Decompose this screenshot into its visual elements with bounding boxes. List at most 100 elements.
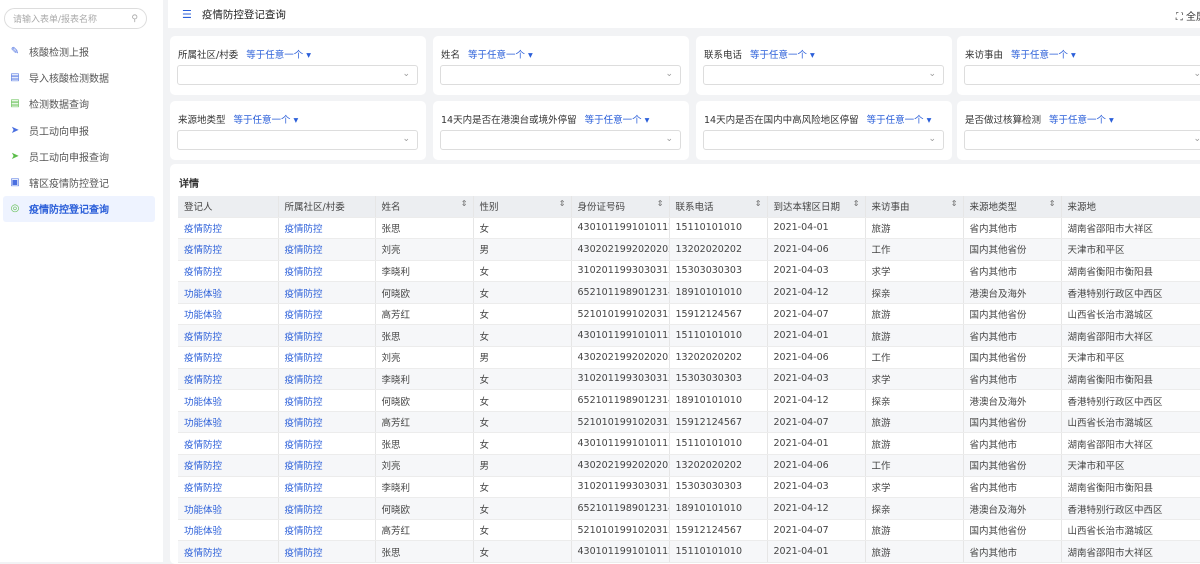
- table-cell: 旅游: [865, 519, 964, 542]
- sort-icon[interactable]: ⇕: [559, 199, 566, 208]
- table-row[interactable]: 疫情防控疫情防控刘亮男43020219920202020213202020202…: [178, 346, 1200, 369]
- table-row[interactable]: 疫情防控疫情防控李晓利女3102011993030312341530303030…: [178, 368, 1200, 391]
- table-row[interactable]: 功能体验疫情防控高芳红女5210101991020312341591212456…: [178, 411, 1200, 434]
- column-header[interactable]: 到达本辖区日期 ⇕: [767, 196, 866, 218]
- column-header[interactable]: 身份证号码 ⇕: [571, 196, 670, 218]
- filter-operator-dropdown[interactable]: 等于任意一个 ▾: [1049, 115, 1114, 126]
- table-row[interactable]: 功能体验疫情防控高芳红女5210101991020312341591212456…: [178, 519, 1200, 542]
- filter-operator-dropdown[interactable]: 等于任意一个 ▾: [468, 50, 533, 61]
- table-cell[interactable]: 疫情防控: [178, 432, 279, 456]
- sort-icon[interactable]: ⇕: [951, 199, 958, 208]
- table-cell: 15110101010: [669, 540, 768, 563]
- filter-select[interactable]: ⌄: [440, 130, 681, 150]
- table-row[interactable]: 疫情防控疫情防控刘亮男43020219920202020213202020202…: [178, 454, 1200, 477]
- table-cell[interactable]: 疫情防控: [178, 238, 279, 261]
- search-input[interactable]: 请输入表单/报表名称 ⚲: [4, 8, 147, 29]
- table-row[interactable]: 功能体验疫情防控何晓欧女6521011989012314561891010101…: [178, 497, 1200, 520]
- table-cell[interactable]: 功能体验: [178, 389, 279, 412]
- table-cell[interactable]: 功能体验: [178, 303, 279, 326]
- table-cell[interactable]: 功能体验: [178, 497, 279, 520]
- filter-select[interactable]: ⌄: [177, 130, 418, 150]
- filter-select[interactable]: ⌄: [703, 65, 944, 85]
- table-row[interactable]: 疫情防控疫情防控李晓利女3102011993030312341530303030…: [178, 476, 1200, 499]
- table-cell[interactable]: 疫情防控: [278, 497, 376, 520]
- sidebar-item-2[interactable]: ▤ 检测数据查询: [3, 91, 155, 117]
- table-cell[interactable]: 疫情防控: [278, 238, 376, 261]
- fullscreen-button[interactable]: ⛶ 全屏: [1176, 8, 1200, 23]
- filter-operator-dropdown[interactable]: 等于任意一个 ▾: [585, 115, 650, 126]
- search-icon[interactable]: ⚲: [131, 14, 138, 24]
- table-cell[interactable]: 疫情防控: [278, 432, 376, 456]
- table-cell: 2021-04-07: [767, 411, 866, 434]
- sidebar-item-4[interactable]: ➤ 员工动向申报查询: [3, 143, 155, 169]
- table-cell[interactable]: 疫情防控: [278, 346, 376, 369]
- table-row[interactable]: 疫情防控疫情防控张思女43010119910101123415110101010…: [178, 540, 1200, 563]
- table-cell[interactable]: 疫情防控: [178, 324, 279, 348]
- column-header[interactable]: 来访事由 ⇕: [865, 196, 964, 218]
- sort-icon[interactable]: ⇕: [755, 199, 762, 208]
- filter-operator-dropdown[interactable]: 等于任意一个 ▾: [1011, 50, 1076, 61]
- sidebar-item-3[interactable]: ➤ 员工动向申报: [3, 117, 155, 143]
- table-cell: 省内其他市: [963, 368, 1062, 391]
- filter-operator-dropdown[interactable]: 等于任意一个 ▾: [246, 50, 311, 61]
- column-header[interactable]: 性别 ⇕: [473, 196, 572, 218]
- table-row[interactable]: 功能体验疫情防控何晓欧女6521011989012314561891010101…: [178, 389, 1200, 412]
- sort-icon[interactable]: ⇕: [853, 199, 860, 208]
- sort-icon[interactable]: ⇕: [461, 199, 468, 208]
- table-cell: 男: [473, 454, 572, 477]
- table-cell[interactable]: 疫情防控: [178, 368, 279, 391]
- table-cell[interactable]: 疫情防控: [278, 303, 376, 326]
- table-row[interactable]: 疫情防控疫情防控李晓利女3102011993030312341530303030…: [178, 260, 1200, 283]
- sidebar-item-1[interactable]: ▤ 导入核酸检测数据: [3, 64, 155, 90]
- table-cell[interactable]: 疫情防控: [178, 476, 279, 499]
- table-cell: 张思: [375, 324, 474, 348]
- column-header[interactable]: 姓名 ⇕: [375, 196, 474, 218]
- filter-select[interactable]: ⌄: [440, 65, 681, 85]
- filter-operator-dropdown[interactable]: 等于任意一个 ▾: [234, 115, 299, 126]
- table-cell: 张思: [375, 217, 474, 240]
- table-cell[interactable]: 疫情防控: [278, 324, 376, 348]
- table-cell[interactable]: 疫情防控: [278, 454, 376, 477]
- sidebar-item-0[interactable]: ✎ 核酸检测上报: [3, 38, 155, 64]
- column-header[interactable]: 联系电话 ⇕: [669, 196, 768, 218]
- table-cell[interactable]: 疫情防控: [278, 260, 376, 283]
- table-row[interactable]: 疫情防控疫情防控张思女43010119910101123415110101010…: [178, 217, 1200, 240]
- filter-operator-dropdown[interactable]: 等于任意一个 ▾: [867, 115, 932, 126]
- table-cell[interactable]: 疫情防控: [178, 217, 279, 240]
- column-header[interactable]: 来源地类型 ⇕: [963, 196, 1062, 218]
- table-cell[interactable]: 功能体验: [178, 519, 279, 542]
- sidebar-item-5[interactable]: ▣ 辖区疫情防控登记: [3, 169, 155, 195]
- table-cell[interactable]: 功能体验: [178, 281, 279, 304]
- filter-label: 所属社区/村委: [178, 50, 239, 61]
- table-cell[interactable]: 疫情防控: [178, 346, 279, 369]
- table-row[interactable]: 功能体验疫情防控何晓欧女6521011989012314561891010101…: [178, 281, 1200, 304]
- table-cell[interactable]: 疫情防控: [178, 454, 279, 477]
- sort-icon[interactable]: ⇕: [1049, 199, 1056, 208]
- table-cell[interactable]: 疫情防控: [278, 540, 376, 563]
- sort-icon[interactable]: ⇕: [657, 199, 664, 208]
- filter-select[interactable]: ⌄: [177, 65, 418, 85]
- table-cell[interactable]: 疫情防控: [178, 260, 279, 283]
- table-cell[interactable]: 疫情防控: [278, 476, 376, 499]
- table-cell: 旅游: [865, 324, 964, 348]
- table-row[interactable]: 疫情防控疫情防控刘亮男43020219920202020213202020202…: [178, 238, 1200, 261]
- table-cell[interactable]: 疫情防控: [278, 368, 376, 391]
- table-cell[interactable]: 疫情防控: [178, 540, 279, 563]
- filter-select[interactable]: ⌄: [964, 130, 1200, 150]
- table-row[interactable]: 疫情防控疫情防控张思女43010119910101123415110101010…: [178, 432, 1200, 456]
- column-header-label: 联系电话: [675, 202, 714, 214]
- table-cell: 女: [473, 476, 572, 499]
- filter-select[interactable]: ⌄: [964, 65, 1200, 85]
- filter-select[interactable]: ⌄: [703, 130, 944, 150]
- menu-icon[interactable]: ☰: [182, 8, 192, 21]
- table-cell[interactable]: 疫情防控: [278, 411, 376, 434]
- table-row[interactable]: 功能体验疫情防控高芳红女5210101991020312341591212456…: [178, 303, 1200, 326]
- sidebar-item-6[interactable]: ◎ 疫情防控登记查询: [3, 195, 155, 223]
- table-cell[interactable]: 疫情防控: [278, 217, 376, 240]
- table-cell[interactable]: 功能体验: [178, 411, 279, 434]
- table-cell[interactable]: 疫情防控: [278, 389, 376, 412]
- table-row[interactable]: 疫情防控疫情防控张思女43010119910101123415110101010…: [178, 324, 1200, 348]
- table-cell[interactable]: 疫情防控: [278, 519, 376, 542]
- filter-operator-dropdown[interactable]: 等于任意一个 ▾: [750, 50, 815, 61]
- table-cell[interactable]: 疫情防控: [278, 281, 376, 304]
